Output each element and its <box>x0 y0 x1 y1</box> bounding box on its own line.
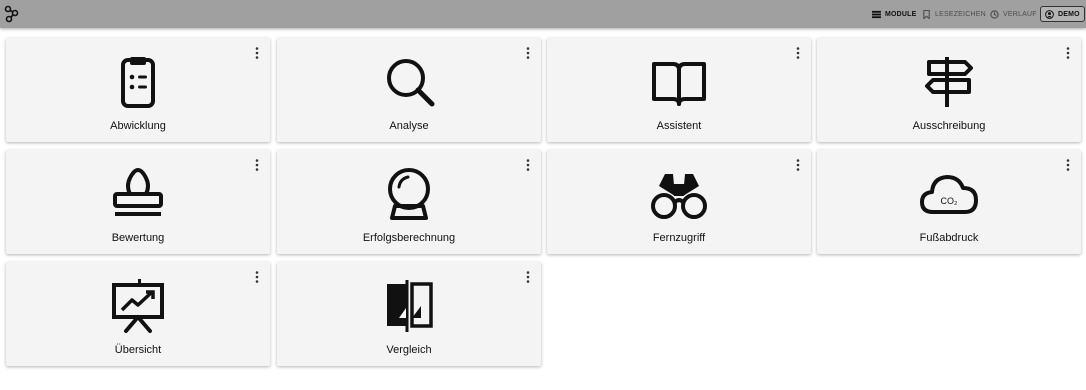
more-vert-icon[interactable] <box>252 46 262 60</box>
nav-history-label: VERLAUF <box>1003 10 1037 18</box>
module-tile-label: Vergleich <box>386 344 432 356</box>
more-vert-icon[interactable] <box>252 270 262 284</box>
more-vert-icon[interactable] <box>252 158 262 172</box>
module-tile-bewertung[interactable]: Bewertung <box>6 150 270 254</box>
module-tile-label: Übersicht <box>114 344 162 356</box>
book-icon <box>652 62 706 106</box>
more-vert-icon[interactable] <box>793 46 803 60</box>
module-tile-fernzugriff[interactable]: Fernzugriff <box>547 150 811 254</box>
module-tile-label: Erfolgsberechnung <box>362 232 456 244</box>
module-tile-abwicklung[interactable]: Abwicklung <box>6 38 270 142</box>
presentation-chart-icon <box>112 279 164 333</box>
nav-bookmarks-button[interactable]: LESEZEICHEN <box>922 0 986 28</box>
signpost-icon <box>925 57 973 107</box>
app-logo-icon[interactable] <box>3 3 25 25</box>
module-tile-ausschreibung[interactable]: Ausschreibung <box>817 38 1081 142</box>
more-vert-icon[interactable] <box>523 270 533 284</box>
binoculars-icon <box>651 174 707 219</box>
more-vert-icon[interactable] <box>793 158 803 172</box>
nav-bookmarks-label: LESEZEICHEN <box>935 10 986 18</box>
nav-history-button[interactable]: VERLAUF <box>990 0 1037 28</box>
crystal-ball-icon <box>388 168 430 220</box>
top-app-bar: MODULE LESEZEICHEN VERLAUF DEMO <box>0 0 1086 28</box>
module-tile-label: Fernzugriff <box>652 232 706 244</box>
module-tile-fussabdruck[interactable]: CO₂ Fußabdruck <box>817 150 1081 254</box>
compare-icon <box>387 280 433 332</box>
clipboard-icon <box>121 57 155 108</box>
account-icon <box>1045 9 1054 19</box>
more-vert-icon[interactable] <box>523 46 533 60</box>
more-vert-icon[interactable] <box>523 158 533 172</box>
module-tile-label: Fußabdruck <box>919 232 979 244</box>
co2-cloud-icon: CO₂ <box>920 175 978 214</box>
module-tile-uebersicht[interactable]: Übersicht <box>6 262 270 366</box>
nav-module-button[interactable]: MODULE <box>872 0 917 28</box>
module-tile-label: Bewertung <box>111 232 165 244</box>
user-account-button[interactable]: DEMO <box>1040 6 1085 22</box>
module-tile-label: Ausschreibung <box>912 120 986 132</box>
co2-label: CO₂ <box>941 196 959 206</box>
module-tile-label: Analyse <box>389 120 429 132</box>
module-tile-assistent[interactable]: Assistent <box>547 38 811 142</box>
more-vert-icon[interactable] <box>1063 46 1073 60</box>
history-icon <box>990 9 999 19</box>
more-vert-icon[interactable] <box>1063 158 1073 172</box>
module-tile-erfolgsberechnung[interactable]: Erfolgsberechnung <box>277 150 541 254</box>
bookmark-icon <box>923 9 930 19</box>
list-icon <box>872 10 881 18</box>
module-tile-analyse[interactable]: Analyse <box>277 38 541 142</box>
nav-module-label: MODULE <box>885 10 917 18</box>
stamp-icon <box>113 168 163 216</box>
module-tile-vergleich[interactable]: Vergleich <box>277 262 541 366</box>
magnifier-icon <box>387 59 435 107</box>
user-account-label: DEMO <box>1058 10 1080 18</box>
module-tile-label: Assistent <box>656 120 702 132</box>
module-tile-label: Abwicklung <box>110 120 166 132</box>
